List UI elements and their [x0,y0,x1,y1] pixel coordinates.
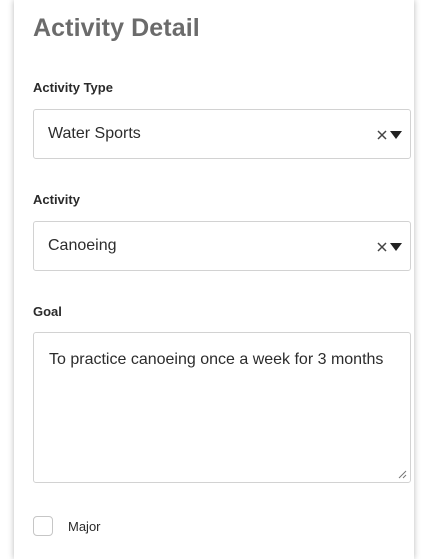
caret-down-icon[interactable] [390,243,402,251]
goal-text: To practice canoeing once a week for 3 m… [49,351,384,368]
caret-down-icon[interactable] [390,131,402,139]
page-title: Activity Detail [33,14,200,42]
resize-handle-icon[interactable] [398,470,407,479]
close-icon[interactable] [376,129,388,141]
activity-type-value: Water Sports [48,125,141,142]
activity-label: Activity [33,192,80,207]
activity-type-label: Activity Type [33,80,113,95]
activity-value: Canoeing [48,237,117,254]
major-checkbox[interactable] [33,516,53,536]
close-icon[interactable] [376,241,388,253]
major-checkbox-label: Major [68,519,101,534]
activity-detail-page: Activity Detail Activity Type Water Spor… [0,0,426,559]
goal-textarea[interactable]: To practice canoeing once a week for 3 m… [33,332,411,483]
activity-type-select[interactable]: Water Sports [33,109,411,159]
goal-label: Goal [33,304,62,319]
activity-select[interactable]: Canoeing [33,221,411,271]
